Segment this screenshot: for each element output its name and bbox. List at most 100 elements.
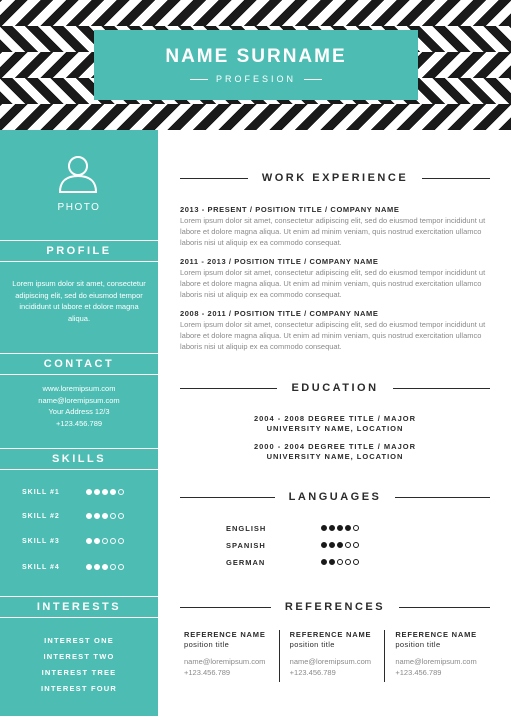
section-title: EDUCATION	[291, 382, 379, 394]
divider	[180, 606, 271, 608]
rating-dot-filled	[321, 559, 327, 565]
university: UNIVERSITY NAME, LOCATION	[266, 451, 404, 461]
section-title: LANGUAGES	[288, 491, 382, 503]
rating-dot-empty	[345, 559, 351, 565]
rating-dot-filled	[321, 525, 327, 531]
language-name: SPANISH	[226, 540, 266, 550]
rating-dot-empty	[110, 513, 116, 519]
rating-dot-filled	[86, 489, 92, 495]
email: name@loremipsum.com	[38, 395, 120, 405]
rating-dot-filled	[102, 513, 108, 519]
sidebar: PHOTO PROFILE Lorem ipsum dolor sit amet…	[0, 130, 158, 716]
skill-rating	[86, 489, 124, 495]
rating-dot-empty	[110, 538, 116, 544]
reference-phone: +123.456.789	[289, 668, 336, 677]
contact-list: www.loremipsum.com name@loremipsum.com Y…	[10, 383, 148, 429]
divider	[395, 496, 490, 498]
photo-label: PHOTO	[57, 202, 101, 213]
website: www.loremipsum.com	[42, 384, 116, 393]
skill-name: SKILL #4	[22, 563, 60, 571]
photo-placeholder: PHOTO	[0, 130, 158, 240]
phone: +123.456.789	[55, 418, 103, 428]
divider	[180, 387, 278, 389]
rating-dot-filled	[94, 538, 100, 544]
rating-dot-filled	[86, 513, 92, 519]
skill-row: SKILL #4	[22, 561, 142, 573]
divider	[392, 387, 491, 389]
language-row: GERMAN	[226, 556, 426, 568]
work-experience-heading: WORK EXPERIENCE	[180, 171, 491, 185]
rating-dot-empty	[118, 538, 124, 544]
interest-item: INTEREST FOUR	[40, 684, 118, 693]
rating-dot-filled	[345, 525, 351, 531]
rating-dot-filled	[102, 564, 108, 570]
profession: PROFESION	[215, 74, 296, 84]
rating-dot-filled	[337, 525, 343, 531]
rating-dot-empty	[118, 513, 124, 519]
section-title: WORK EXPERIENCE	[261, 172, 409, 184]
education-entry: 2000 - 2004 DEGREE TITLE / MAJOR UNIVERS…	[180, 442, 490, 461]
profession-row: PROFESION	[189, 74, 322, 84]
job-description: Lorem ipsum dolor sit amet, consectetur …	[180, 216, 486, 247]
reference-card: REFERENCE NAME position title name@lorem…	[384, 630, 490, 682]
section-title: REFERENCES	[284, 601, 386, 613]
job-title: 2013 - PRESENT / POSITION TITLE / COMPAN…	[180, 205, 400, 214]
degree: 2004 - 2008 DEGREE TITLE / MAJOR	[253, 414, 417, 423]
skill-row: SKILL #2	[22, 510, 142, 522]
divider	[304, 78, 322, 80]
skill-rating	[86, 564, 124, 570]
skill-rating	[86, 513, 124, 519]
reference-card: REFERENCE NAME position title name@lorem…	[180, 630, 279, 682]
job-title: 2008 - 2011 / POSITION TITLE / COMPANY N…	[180, 309, 379, 318]
language-rating	[321, 559, 359, 565]
divider	[422, 177, 491, 179]
reference-position: position title	[395, 640, 441, 649]
rating-dot-empty	[345, 542, 351, 548]
rating-dot-empty	[337, 559, 343, 565]
rating-dot-filled	[337, 542, 343, 548]
skills-heading: SKILLS	[0, 448, 158, 470]
contact-heading: CONTACT	[0, 353, 158, 375]
main-content: WORK EXPERIENCE 2013 - PRESENT / POSITIO…	[158, 130, 511, 716]
reference-phone: +123.456.789	[184, 668, 231, 677]
pattern-band	[0, 0, 511, 26]
reference-phone: +123.456.789	[395, 668, 442, 677]
language-row: ENGLISH	[226, 522, 426, 534]
reference-contact: name@loremipsum.com +123.456.789	[290, 656, 385, 678]
language-name: GERMAN	[226, 557, 266, 567]
reference-position: position title	[184, 640, 230, 649]
profile-heading: PROFILE	[0, 240, 158, 262]
reference-name: REFERENCE NAME	[184, 630, 266, 639]
user-icon	[58, 156, 98, 193]
rating-dot-empty	[353, 525, 359, 531]
rating-dot-filled	[329, 525, 335, 531]
rating-dot-empty	[353, 542, 359, 548]
divider	[180, 177, 248, 179]
skill-name: SKILL #3	[22, 537, 60, 545]
skill-row: SKILL #3	[22, 535, 142, 547]
skill-name: SKILL #2	[22, 512, 60, 520]
language-name: ENGLISH	[226, 523, 267, 533]
reference-email: name@loremipsum.com	[395, 657, 477, 666]
name-title-box: NAME SURNAME PROFESION	[94, 30, 418, 100]
divider	[180, 496, 275, 498]
rating-dot-filled	[321, 542, 327, 548]
rating-dot-filled	[86, 538, 92, 544]
rating-dot-empty	[118, 564, 124, 570]
reference-contact: name@loremipsum.com +123.456.789	[395, 656, 490, 678]
rating-dot-empty	[118, 489, 124, 495]
divider	[399, 606, 490, 608]
job-title: 2011 - 2013 / POSITION TITLE / COMPANY N…	[180, 257, 379, 266]
education-heading: EDUCATION	[180, 381, 491, 395]
language-row: SPANISH	[226, 539, 426, 551]
interest-item: INTEREST TWO	[43, 652, 115, 661]
rating-dot-filled	[110, 489, 116, 495]
reference-name: REFERENCE NAME	[395, 630, 477, 639]
rating-dot-filled	[94, 564, 100, 570]
reference-email: name@loremipsum.com	[289, 657, 372, 666]
interests-heading: INTERESTS	[0, 596, 158, 618]
job-description: Lorem ipsum dolor sit amet, consectetur …	[180, 268, 486, 299]
interest-item: INTEREST TREE	[41, 668, 117, 677]
rating-dot-filled	[329, 542, 335, 548]
references-heading: REFERENCES	[180, 600, 490, 614]
